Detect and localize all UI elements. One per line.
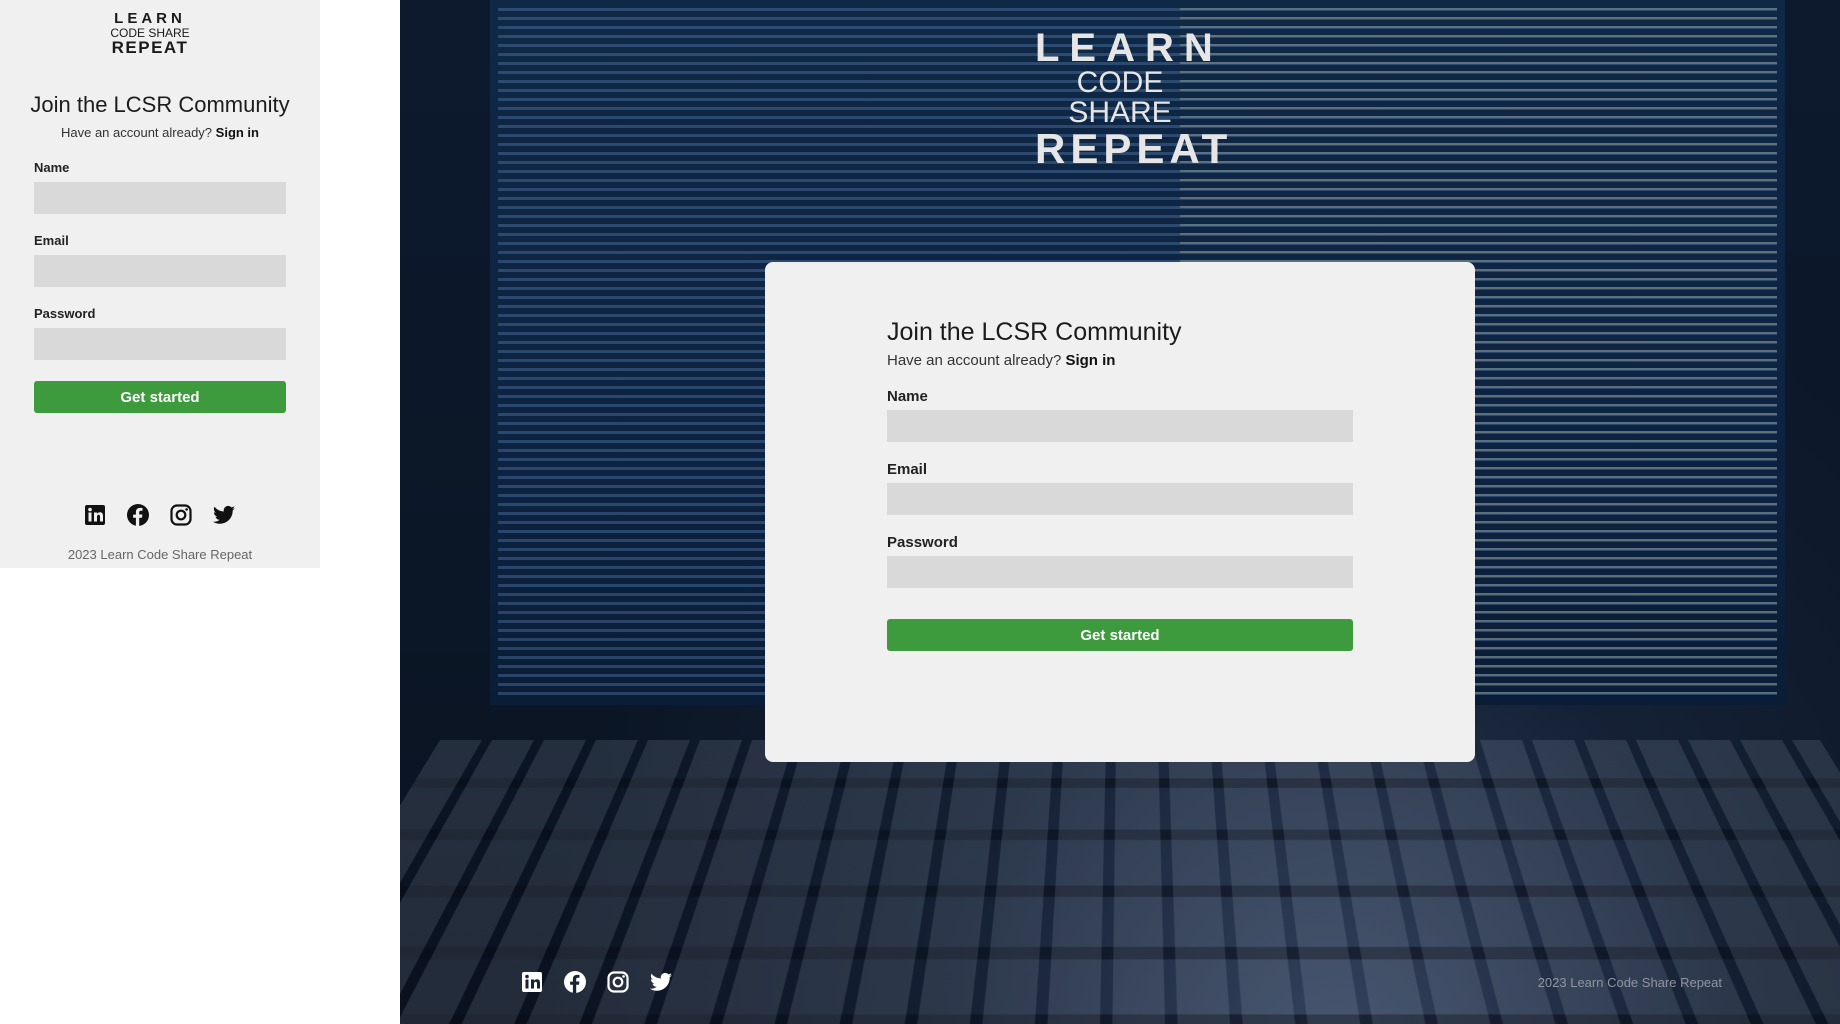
name-input[interactable] [887, 410, 1353, 442]
name-label: Name [34, 160, 70, 175]
signup-card: Join the LCSR Community Have an account … [765, 262, 1475, 762]
logo-line-1: LEARN [1035, 26, 1223, 70]
account-prompt-text: Have an account already? [887, 352, 1062, 369]
mobile-preview-panel: LEARN CODE SHARE REPEAT Join the LCSR Co… [0, 0, 320, 568]
facebook-icon[interactable] [563, 970, 587, 994]
signup-title: Join the LCSR Community [30, 92, 290, 117]
account-prompt-text: Have an account already? [60, 125, 213, 140]
name-input[interactable] [34, 182, 286, 214]
footer-copyright: 2023 Learn Code Share Repeat [1537, 975, 1722, 990]
account-prompt: Have an account already? Sign in [0, 125, 320, 140]
password-label: Password [887, 534, 958, 551]
email-label: Email [34, 233, 69, 248]
email-label: Email [887, 461, 928, 478]
footer-copyright: 2023 Learn Code Share Repeat [67, 547, 253, 562]
logo-line-3: REPEAT [1035, 125, 1233, 172]
logo-line-3: REPEAT [111, 38, 189, 57]
account-prompt: Have an account already? Sign in [887, 352, 1115, 369]
get-started-button[interactable]: Get started [887, 619, 1353, 651]
logo-line-1: LEARN [114, 10, 186, 27]
twitter-icon[interactable] [649, 970, 673, 994]
email-input[interactable] [887, 483, 1353, 515]
sign-in-link[interactable]: Sign in [216, 125, 259, 140]
brand-logo[interactable]: LEARN CODE SHARE REPEAT [110, 11, 190, 56]
name-label: Name [887, 388, 928, 405]
sign-in-link[interactable]: Sign in [1065, 352, 1115, 369]
password-input[interactable] [34, 328, 286, 360]
desktop-preview: LEARN CODE SHARE REPEAT Join the LCSR Co… [400, 0, 1840, 1024]
linkedin-icon[interactable] [83, 503, 107, 527]
password-input[interactable] [887, 556, 1353, 588]
twitter-icon[interactable] [212, 503, 236, 527]
linkedin-icon[interactable] [520, 970, 544, 994]
password-label: Password [34, 306, 96, 321]
logo-line-2: CODE SHARE [1068, 66, 1172, 129]
get-started-button[interactable]: Get started [34, 381, 286, 413]
brand-logo-desktop[interactable]: LEARN CODE SHARE REPEAT [1035, 26, 1233, 172]
instagram-icon[interactable] [169, 503, 193, 527]
signup-title: Join the LCSR Community [887, 318, 1182, 346]
facebook-icon[interactable] [126, 503, 150, 527]
instagram-icon[interactable] [606, 970, 630, 994]
email-input[interactable] [34, 255, 286, 287]
